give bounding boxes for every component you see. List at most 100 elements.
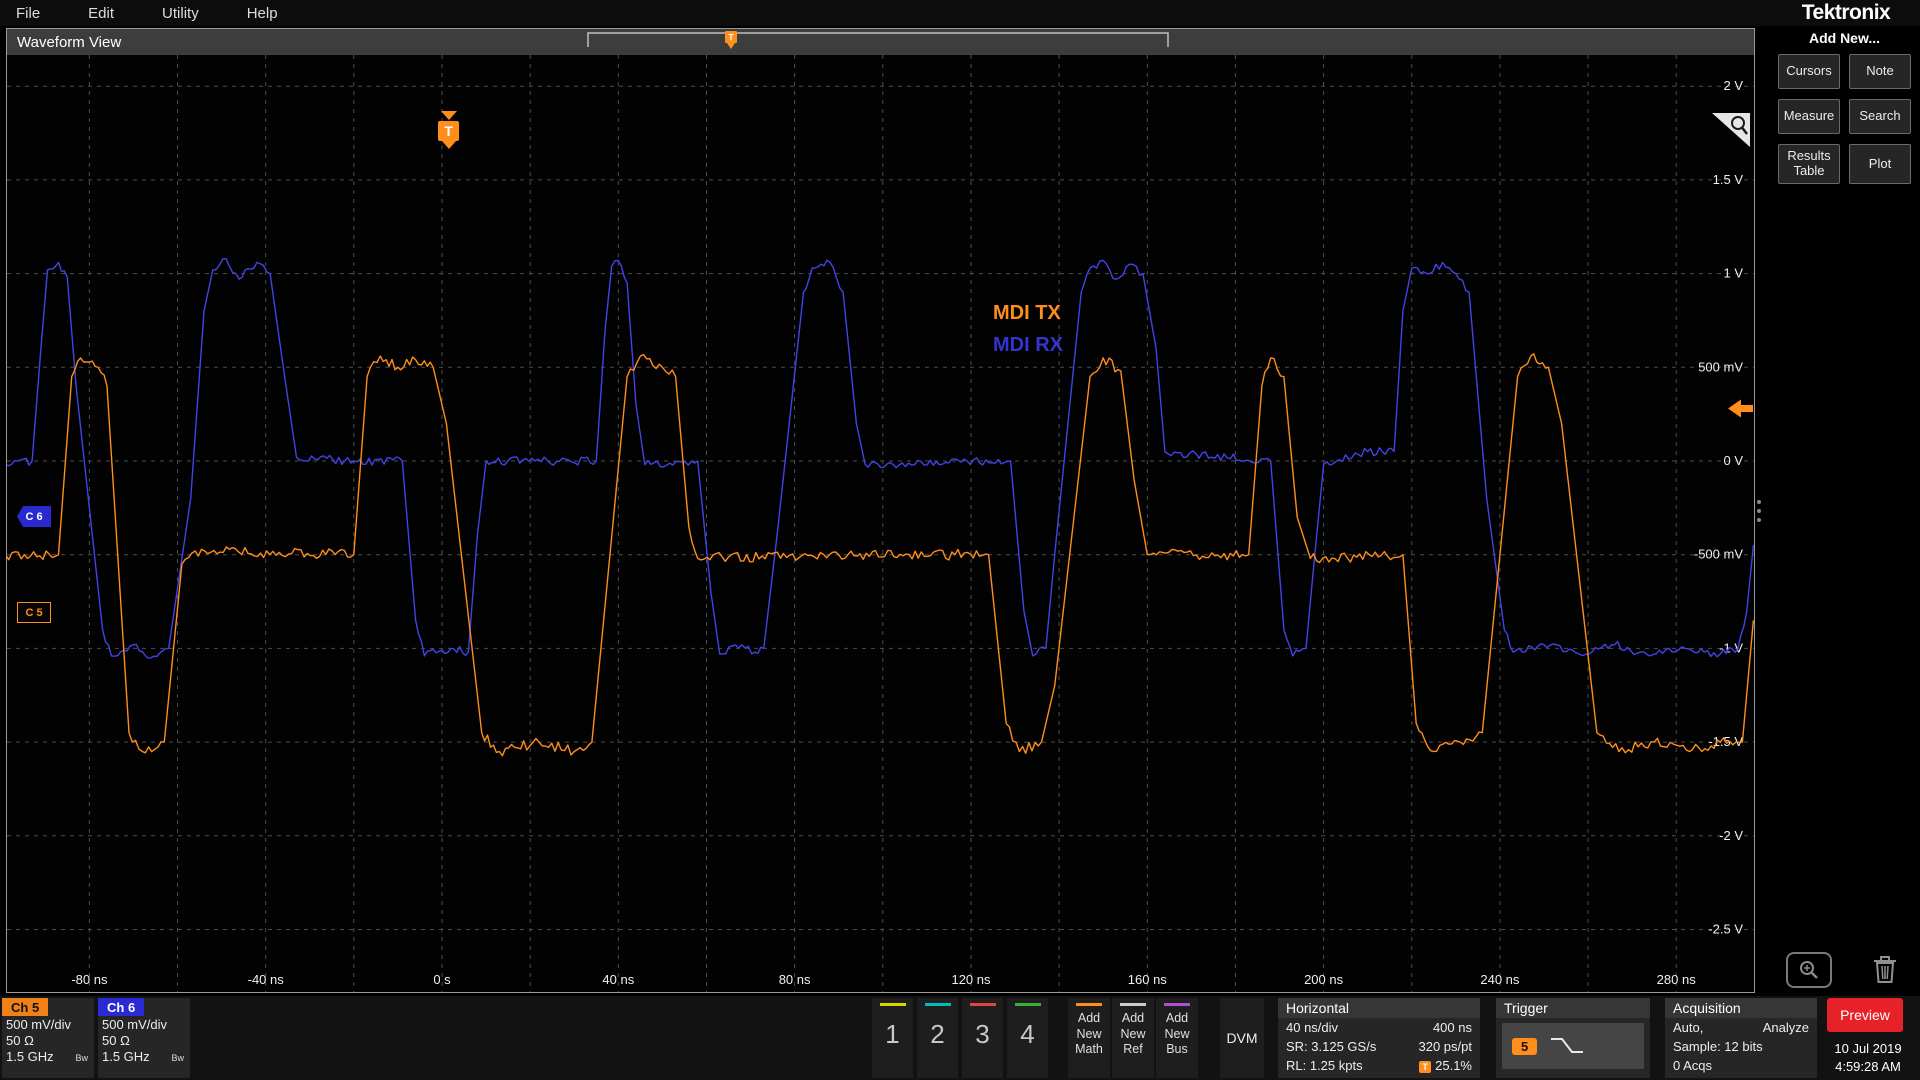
svg-text:1 V: 1 V (1723, 266, 1743, 281)
add-ref-line3: Ref (1123, 1042, 1143, 1057)
ch6-bandwidth: 1.5 GHz (102, 1049, 150, 1064)
math-color-dash (1076, 1003, 1102, 1006)
axis-labels: -80 ns -40 ns 0 s 40 ns 80 ns 120 ns 160 ns 200… (71, 78, 1743, 987)
add-bus-line2: New (1164, 1026, 1190, 1041)
channel-2-color-dash (924, 1003, 951, 1006)
trigger-panel-title: Trigger (1496, 998, 1650, 1018)
datetime-display: 10 Jul 2019 4:59:28 AM (1818, 1040, 1918, 1075)
record-length: RL: 1.25 kpts (1286, 1057, 1363, 1073)
svg-text:-40 ns: -40 ns (248, 972, 285, 987)
menu-help[interactable]: Help (247, 5, 278, 22)
preview-button[interactable]: Preview (1827, 998, 1903, 1032)
channel-4-button[interactable]: 4 (1007, 998, 1048, 1078)
bus-color-dash (1164, 1003, 1190, 1006)
trigger-level-arrow[interactable] (1728, 399, 1753, 418)
tektronix-logo: Tektronix (1801, 1, 1891, 24)
ch6-position-badge[interactable]: C 6 (17, 506, 51, 527)
trigger-panel[interactable]: Trigger 5 (1496, 998, 1650, 1078)
plot-button[interactable]: Plot (1849, 144, 1911, 184)
time-label: 4:59:28 AM (1835, 1058, 1901, 1074)
trigger-position-mini-icon: T (1419, 1060, 1432, 1073)
trigger-position-percent: 25.1% (1435, 1057, 1472, 1073)
dvm-button[interactable]: DVM (1220, 998, 1264, 1078)
add-new-math-button[interactable]: Add New Math (1068, 998, 1110, 1078)
add-ref-line2: New (1120, 1026, 1146, 1041)
zoom-tool-icon[interactable] (1712, 113, 1750, 147)
ch6-scale: 500 mV/div (102, 1017, 168, 1032)
menu-utility[interactable]: Utility (162, 5, 199, 22)
note-button[interactable]: Note (1849, 54, 1911, 89)
horizontal-trigger-pointer-icon (727, 43, 735, 49)
measure-button[interactable]: Measure (1778, 99, 1840, 134)
trash-button[interactable] (1869, 952, 1901, 988)
svg-text:80 ns: 80 ns (779, 972, 811, 987)
add-new-ref-button[interactable]: Add New Ref (1112, 998, 1154, 1078)
svg-text:-2.5 V: -2.5 V (1708, 922, 1743, 937)
add-bus-line1: Add (1165, 1011, 1189, 1025)
add-ref-line1: Add (1121, 1011, 1145, 1025)
svg-text:500 mV: 500 mV (1698, 359, 1743, 374)
menu-edit[interactable]: Edit (88, 5, 114, 22)
channel-4-number: 4 (1020, 1019, 1035, 1049)
acquisition-sample: Sample: 12 bits (1673, 1038, 1763, 1054)
add-math-line2: New (1076, 1026, 1102, 1041)
trash-icon (1874, 956, 1896, 983)
mdi-tx-label: MDI TX (993, 302, 1061, 324)
horizontal-trigger-letter: T (728, 33, 734, 43)
add-new-bus-button[interactable]: Add New Bus (1156, 998, 1198, 1078)
svg-text:-80 ns: -80 ns (71, 972, 108, 987)
ch5-tag: Ch 5 (2, 998, 49, 1016)
waveform-mdi-rx (7, 257, 1754, 659)
ch5-bw-tag: Bw (75, 1053, 88, 1063)
horizontal-panel-title: Horizontal (1278, 998, 1480, 1018)
trigger-position-arrow-icon[interactable] (441, 111, 457, 120)
svg-text:1.5 V: 1.5 V (1713, 172, 1744, 187)
channel-3-number: 3 (975, 1019, 990, 1049)
trigger-source-badge: 5 (1512, 1037, 1538, 1055)
mdi-rx-label: MDI RX (993, 334, 1063, 356)
dvm-label: DVM (1226, 1030, 1258, 1046)
svg-text:200 ns: 200 ns (1304, 972, 1344, 987)
date-label: 10 Jul 2019 (1834, 1041, 1902, 1056)
ch6-tag: Ch 6 (98, 998, 145, 1016)
waveform-window: Waveform View -80 ns -40 ns 0 s 40 ns 80 ns 1… (6, 28, 1755, 993)
zoom-mode-button[interactable] (1786, 952, 1832, 988)
acquisition-count: 0 Acqs (1673, 1057, 1713, 1073)
acquisition-panel[interactable]: Acquisition Auto, Analyze Sample: 12 bit… (1665, 998, 1817, 1078)
search-button[interactable]: Search (1849, 99, 1911, 134)
add-new-label: Add New... (1808, 30, 1881, 46)
channel-3-button[interactable]: 3 (962, 998, 1003, 1078)
ref-color-dash (1120, 1003, 1146, 1006)
ch6-impedance: 50 Ω (102, 1033, 130, 1048)
panel-drag-handle[interactable] (1757, 500, 1761, 522)
ch6-settings-tile[interactable]: Ch 6 500 mV/div 50 Ω 1.5 GHz Bw (98, 998, 190, 1078)
channel-1-button[interactable]: 1 (872, 998, 913, 1078)
trigger-position-flag[interactable]: T (438, 121, 459, 141)
menu-file[interactable]: File (16, 5, 40, 22)
waveform-view-title: Waveform View (17, 33, 122, 51)
ch5-position-badge[interactable]: C 5 (17, 602, 51, 623)
cursors-button[interactable]: Cursors (1778, 54, 1840, 89)
waveform-plot[interactable]: -80 ns -40 ns 0 s 40 ns 80 ns 120 ns 160 ns 200… (7, 55, 1754, 992)
horizontal-window: 400 ns (1432, 1020, 1472, 1035)
ch5-bandwidth: 1.5 GHz (6, 1049, 54, 1064)
oscilloscope-app: File Edit Utility Help Tektronix Wavefor… (0, 0, 1920, 1080)
add-math-line1: Add (1077, 1011, 1101, 1025)
channel-4-color-dash (1014, 1003, 1041, 1006)
acquisition-analyze: Analyze (1762, 1020, 1809, 1035)
svg-text:0 s: 0 s (433, 972, 451, 987)
svg-text:40 ns: 40 ns (602, 972, 634, 987)
channel-2-button[interactable]: 2 (917, 998, 958, 1078)
horizontal-position-bracket[interactable]: T (586, 30, 1170, 54)
ch5-impedance: 50 Ω (6, 1033, 34, 1048)
results-table-button[interactable]: Results Table (1778, 144, 1840, 184)
svg-text:120 ns: 120 ns (951, 972, 991, 987)
trigger-settings-tile[interactable]: 5 (1502, 1023, 1644, 1069)
trigger-flag-pointer-icon (442, 141, 456, 149)
svg-text:-2 V: -2 V (1719, 828, 1743, 843)
horizontal-panel[interactable]: Horizontal 40 ns/div 400 ns SR: 3.125 GS… (1278, 998, 1480, 1078)
ch5-settings-tile[interactable]: Ch 5 500 mV/div 50 Ω 1.5 GHz Bw (2, 998, 94, 1078)
menu-bar: File Edit Utility Help (0, 0, 1920, 26)
acquisition-panel-title: Acquisition (1665, 998, 1817, 1018)
ch6-bw-tag: Bw (171, 1053, 184, 1063)
